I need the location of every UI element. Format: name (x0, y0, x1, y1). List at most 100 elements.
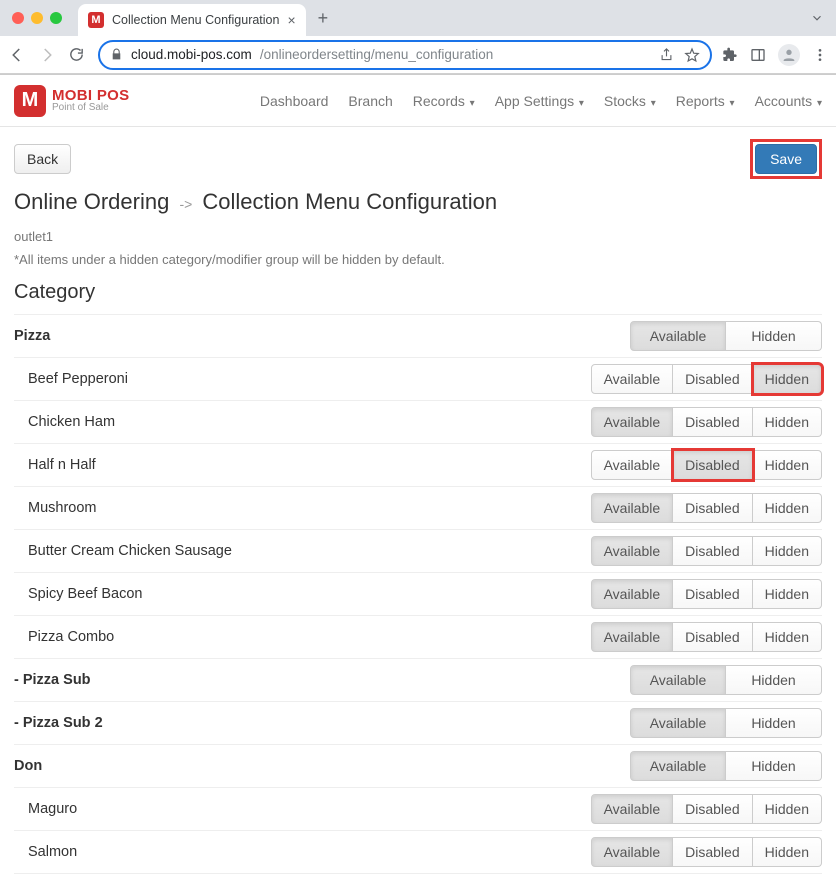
caret-down-icon: ▾ (648, 98, 656, 109)
toolbar-right-icons (722, 44, 828, 66)
toggle-available[interactable]: Available (591, 579, 674, 609)
toggle-available[interactable]: Available (591, 364, 674, 394)
window-close-icon[interactable] (12, 12, 24, 24)
category-label: Pizza (14, 328, 630, 344)
logo-title: MOBI POS (52, 88, 129, 103)
kebab-menu-icon[interactable] (812, 47, 828, 63)
back-button[interactable]: Back (14, 144, 71, 174)
toggle-disabled[interactable]: Disabled (673, 364, 752, 394)
profile-avatar[interactable] (778, 44, 800, 66)
nav-accounts[interactable]: Accounts ▾ (755, 93, 822, 109)
toggle-hidden[interactable]: Hidden (753, 794, 822, 824)
toggle-hidden[interactable]: Hidden (726, 751, 822, 781)
chevron-down-icon[interactable] (810, 11, 828, 25)
toggle-disabled[interactable]: Disabled (673, 493, 752, 523)
visibility-toggle: AvailableHidden (630, 751, 822, 781)
save-highlight: Save (750, 139, 822, 179)
toggle-available[interactable]: Available (630, 751, 726, 781)
nav-forward-icon (38, 46, 58, 64)
tab-title: Collection Menu Configuration (112, 13, 279, 27)
window-minimize-icon[interactable] (31, 12, 43, 24)
toggle-hidden[interactable]: Hidden (753, 837, 822, 867)
toggle-available[interactable]: Available (591, 794, 674, 824)
toggle-hidden[interactable]: Hidden (726, 665, 822, 695)
toggle-hidden[interactable]: Hidden (753, 364, 822, 394)
nav-dashboard[interactable]: Dashboard (260, 93, 329, 109)
toggle-available[interactable]: Available (591, 407, 674, 437)
item-row: Chicken HamAvailableDisabledHidden (14, 400, 822, 443)
item-label: Butter Cream Chicken Sausage (14, 543, 591, 559)
toggle-hidden[interactable]: Hidden (726, 321, 822, 351)
address-bar[interactable]: cloud.mobi-pos.com/onlineordersetting/me… (98, 40, 712, 70)
toggle-available[interactable]: Available (591, 450, 674, 480)
app-logo[interactable]: M MOBI POS Point of Sale (14, 85, 129, 117)
item-row: Beef PepperoniAvailableDisabledHidden (14, 357, 822, 400)
nav-branch[interactable]: Branch (348, 93, 392, 109)
nav-reload-icon[interactable] (68, 46, 88, 63)
menu-table: PizzaAvailableHiddenBeef PepperoniAvaila… (14, 314, 822, 874)
toggle-hidden[interactable]: Hidden (753, 579, 822, 609)
toggle-disabled[interactable]: Disabled (673, 536, 752, 566)
item-label: Pizza Combo (14, 629, 591, 645)
caret-down-icon: ▾ (727, 98, 735, 109)
item-row: Butter Cream Chicken SausageAvailableDis… (14, 529, 822, 572)
toggle-hidden[interactable]: Hidden (753, 407, 822, 437)
toggle-available[interactable]: Available (630, 321, 726, 351)
share-icon[interactable] (659, 47, 674, 63)
visibility-toggle: AvailableDisabledHidden (591, 364, 822, 394)
extensions-icon[interactable] (722, 47, 738, 63)
toggle-disabled[interactable]: Disabled (673, 579, 752, 609)
visibility-toggle: AvailableHidden (630, 708, 822, 738)
nav-records[interactable]: Records ▾ (413, 93, 475, 109)
toggle-hidden[interactable]: Hidden (753, 622, 822, 652)
caret-down-icon: ▾ (576, 98, 584, 109)
category-row: PizzaAvailableHidden (14, 314, 822, 357)
item-row: Spicy Beef BaconAvailableDisabledHidden (14, 572, 822, 615)
toggle-disabled[interactable]: Disabled (673, 622, 752, 652)
panel-icon[interactable] (750, 47, 766, 63)
visibility-toggle: AvailableDisabledHidden (591, 536, 822, 566)
toggle-available[interactable]: Available (591, 837, 674, 867)
caret-down-icon: ▾ (814, 98, 822, 109)
nav-back-icon[interactable] (8, 46, 28, 64)
browser-tab[interactable]: M Collection Menu Configuration × (78, 4, 306, 36)
url-path: /onlineordersetting/menu_configuration (260, 47, 493, 62)
save-button[interactable]: Save (755, 144, 817, 174)
category-label: - Pizza Sub (14, 672, 630, 688)
browser-chrome: M Collection Menu Configuration × + clou… (0, 0, 836, 75)
page-content: Back Save Online Ordering -> Collection … (0, 127, 836, 886)
toggle-disabled[interactable]: Disabled (673, 837, 752, 867)
url-host: cloud.mobi-pos.com (131, 47, 252, 62)
toggle-available[interactable]: Available (591, 536, 674, 566)
tab-close-icon[interactable]: × (287, 12, 295, 28)
window-zoom-icon[interactable] (50, 12, 62, 24)
toggle-disabled[interactable]: Disabled (673, 450, 752, 480)
toggle-disabled[interactable]: Disabled (673, 794, 752, 824)
breadcrumb-current: Collection Menu Configuration (202, 189, 497, 214)
breadcrumb-parent[interactable]: Online Ordering (14, 189, 169, 214)
star-icon[interactable] (684, 47, 700, 63)
item-label: Maguro (14, 801, 591, 817)
toggle-available[interactable]: Available (591, 622, 674, 652)
visibility-toggle: AvailableDisabledHidden (591, 837, 822, 867)
tab-strip: M Collection Menu Configuration × + (0, 0, 836, 36)
toggle-hidden[interactable]: Hidden (753, 536, 822, 566)
nav-stocks[interactable]: Stocks ▾ (604, 93, 656, 109)
new-tab-button[interactable]: + (312, 8, 335, 29)
category-row: - Pizza SubAvailableHidden (14, 658, 822, 701)
item-label: Half n Half (14, 457, 591, 473)
nav-app-settings[interactable]: App Settings ▾ (495, 93, 584, 109)
toggle-hidden[interactable]: Hidden (753, 450, 822, 480)
category-row: - Pizza Sub 2AvailableHidden (14, 701, 822, 744)
toggle-available[interactable]: Available (591, 493, 674, 523)
logo-subtitle: Point of Sale (52, 103, 129, 113)
window-controls (12, 12, 62, 24)
toggle-available[interactable]: Available (630, 708, 726, 738)
toggle-hidden[interactable]: Hidden (753, 493, 822, 523)
item-row: MaguroAvailableDisabledHidden (14, 787, 822, 830)
item-label: Mushroom (14, 500, 591, 516)
toggle-available[interactable]: Available (630, 665, 726, 695)
toggle-hidden[interactable]: Hidden (726, 708, 822, 738)
toggle-disabled[interactable]: Disabled (673, 407, 752, 437)
nav-reports[interactable]: Reports ▾ (676, 93, 735, 109)
